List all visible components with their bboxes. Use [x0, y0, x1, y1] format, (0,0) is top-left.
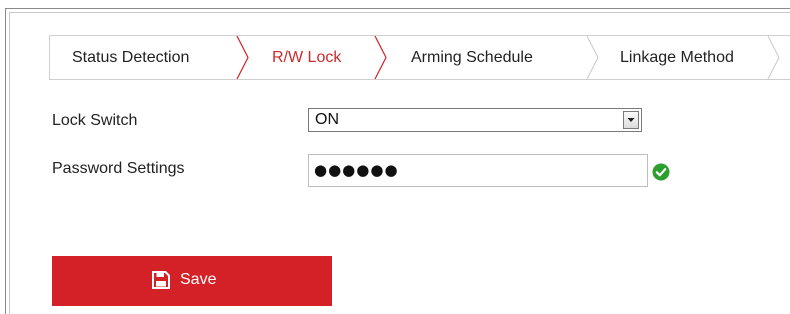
tab-arming-schedule[interactable]: Arming Schedule	[411, 36, 533, 79]
save-button-label: Save	[180, 271, 217, 288]
lock-switch-select[interactable]: ON	[308, 108, 642, 132]
lock-switch-value: ON	[315, 111, 339, 128]
tab-linkage-method[interactable]: Linkage Method	[620, 36, 734, 79]
lock-switch-label: Lock Switch	[52, 112, 138, 129]
floppy-disk-icon	[152, 271, 170, 289]
tab-separator	[586, 36, 600, 79]
checkmark-circle-icon	[652, 163, 670, 181]
tab-separator	[374, 36, 388, 79]
tab-separator	[236, 36, 250, 79]
dropdown-arrow-icon[interactable]	[623, 111, 639, 129]
tab-bar: Status Detection R/W Lock Arming Schedul…	[49, 35, 790, 80]
password-masked-value: ●●●●●●	[314, 161, 399, 179]
password-field[interactable]: ●●●●●●	[308, 154, 648, 187]
tab-separator	[767, 36, 781, 79]
password-settings-label: Password Settings	[52, 160, 185, 177]
tab-rw-lock[interactable]: R/W Lock	[272, 36, 341, 79]
save-button[interactable]: Save	[52, 256, 332, 306]
tab-status-detection[interactable]: Status Detection	[72, 36, 189, 79]
